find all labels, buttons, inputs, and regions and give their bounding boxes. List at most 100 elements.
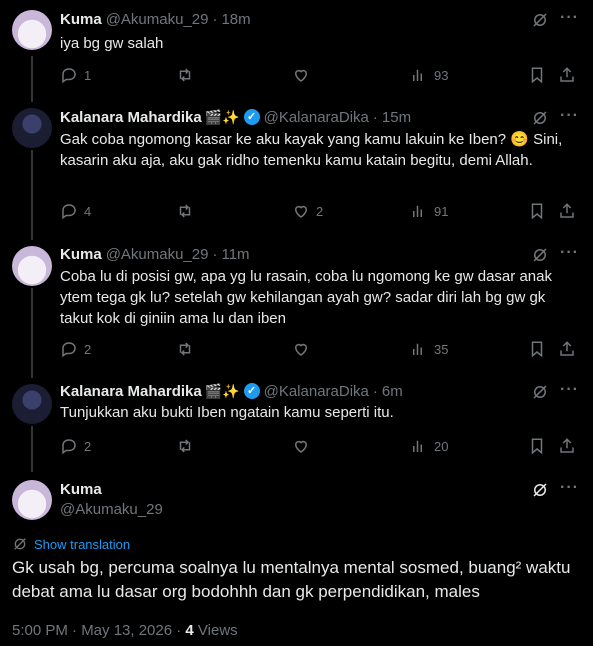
timestamp[interactable]: 11m [221,246,249,263]
share-icon [560,203,574,218]
tweet-actions: 2 35 [60,339,580,359]
like-icon [294,440,308,453]
grok-icon[interactable] [531,109,549,127]
timestamp[interactable]: 18m [221,11,250,28]
share-icon [560,341,574,356]
name-emoji: 🎬✨ [204,108,240,125]
reply-count: 2 [84,341,92,357]
reply-count: 4 [84,203,92,219]
verified-icon: ✓ [243,109,260,125]
tweet[interactable]: Kuma @Akumaku_29 · 11m ··· Coba lu di po… [0,238,593,376]
author-handle[interactable]: @KalanaraDika [264,109,369,126]
views-icon [413,69,422,81]
author-name[interactable]: Kuma [60,11,102,28]
author-name[interactable]: Kuma [60,246,102,263]
bookmark-icon [531,341,543,358]
main-tweet: Kuma @Akumaku_29 ··· Show translation Gk… [0,472,593,646]
separator-dot: · [372,382,378,400]
grok-icon[interactable] [531,11,549,29]
show-translation-label: Show translation [34,536,131,552]
retweet-button[interactable] [176,65,194,85]
grok-icon[interactable] [531,383,549,401]
views-button[interactable]: 91 [410,201,448,221]
author-handle[interactable]: @Akumaku_29 [60,501,163,518]
share-button[interactable] [558,201,576,221]
more-icon[interactable]: ··· [560,244,579,262]
grok-icon[interactable] [531,481,549,499]
more-icon[interactable]: ··· [560,381,579,399]
views-icon [413,205,422,217]
like-button[interactable] [292,339,316,359]
tweet-header: Kalanara Mahardika 🎬✨ ✓ @KalanaraDika · … [60,381,581,401]
like-button[interactable] [292,65,316,85]
tweet-header: Kuma @Akumaku_29 · 18m [60,9,581,29]
reply-count: 2 [84,438,92,454]
reply-icon [62,439,76,455]
views-button[interactable]: 20 [410,436,448,456]
reply-button[interactable]: 1 [60,65,91,85]
reply-button[interactable]: 2 [60,436,91,456]
separator-dot: · [212,10,218,28]
view-count: 91 [434,203,449,219]
author-handle[interactable]: @Akumaku_29 [106,246,209,263]
reply-count: 1 [84,67,92,83]
separator-dot: · [372,108,378,126]
tweet-actions: 1 93 [60,65,580,85]
bookmark-button[interactable] [528,436,546,456]
more-icon[interactable]: ··· [560,9,579,27]
bookmark-button[interactable] [528,65,546,85]
avatar[interactable] [12,108,52,148]
bookmark-button[interactable] [528,201,546,221]
author-name[interactable]: Kalanara Mahardika [60,109,202,126]
avatar[interactable] [12,246,52,286]
tweet-text: Gak coba ngomong kasar ke aku kayak yang… [60,131,563,169]
share-button[interactable] [558,339,576,359]
share-button[interactable] [558,436,576,456]
separator-dot: · [212,245,218,263]
tweet[interactable]: Kalanara Mahardika 🎬✨ ✓ @KalanaraDika · … [0,376,593,472]
view-count: 20 [434,438,449,454]
views-count: 4 [185,622,194,639]
timestamp[interactable]: 6m [382,383,403,400]
share-button[interactable] [558,65,576,85]
avatar[interactable] [12,10,52,50]
author-name[interactable]: Kalanara Mahardika [60,383,202,400]
like-icon [294,69,308,82]
more-icon[interactable]: ··· [560,107,579,125]
reply-button[interactable]: 2 [60,339,91,359]
like-button[interactable]: 2 [292,201,323,221]
show-translation-link[interactable]: Show translation [12,536,130,552]
tweet[interactable]: Kuma @Akumaku_29 · 18m ··· iya bg gw sal… [0,0,593,100]
name-emoji: 🎬✨ [204,382,240,399]
views-icon [413,440,422,452]
bookmark-icon [531,438,543,455]
author-handle[interactable]: @KalanaraDika [264,383,369,400]
tweet-meta: 5:00 PM · May 13, 2026 · 4 Views [12,622,238,639]
view-count: 93 [434,67,449,83]
view-count: 35 [434,341,449,357]
tweet[interactable]: Kalanara Mahardika 🎬✨ ✓ @KalanaraDika · … [0,100,593,238]
grok-icon[interactable] [531,246,549,264]
more-icon[interactable]: ··· [560,479,579,497]
bookmark-icon [531,67,543,84]
tweet-text: iya bg gw salah [60,35,164,52]
timestamp[interactable]: 15m [382,109,411,126]
reply-button[interactable]: 4 [60,201,91,221]
retweet-button[interactable] [176,201,194,221]
tweet-timestamp[interactable]: 5:00 PM · May 13, 2026 · [12,622,185,639]
tweet-actions: 4 2 91 [60,201,580,221]
bookmark-button[interactable] [528,339,546,359]
tweet-header: Kuma @Akumaku_29 · 11m [60,244,581,264]
retweet-button[interactable] [176,339,194,359]
tweet-header: Kalanara Mahardika 🎬✨ ✓ @KalanaraDika · … [60,107,581,127]
author-handle[interactable]: @Akumaku_29 [106,11,209,28]
retweet-button[interactable] [176,436,194,456]
views-button[interactable]: 35 [410,339,448,359]
avatar[interactable] [12,480,52,520]
author-name[interactable]: Kuma [60,481,102,498]
like-button[interactable] [292,436,316,456]
views-button[interactable]: 93 [410,65,448,85]
tweet-feed: Kuma @Akumaku_29 · 18m ··· iya bg gw sal… [0,0,593,646]
avatar[interactable] [12,384,52,424]
retweet-icon [179,68,191,82]
